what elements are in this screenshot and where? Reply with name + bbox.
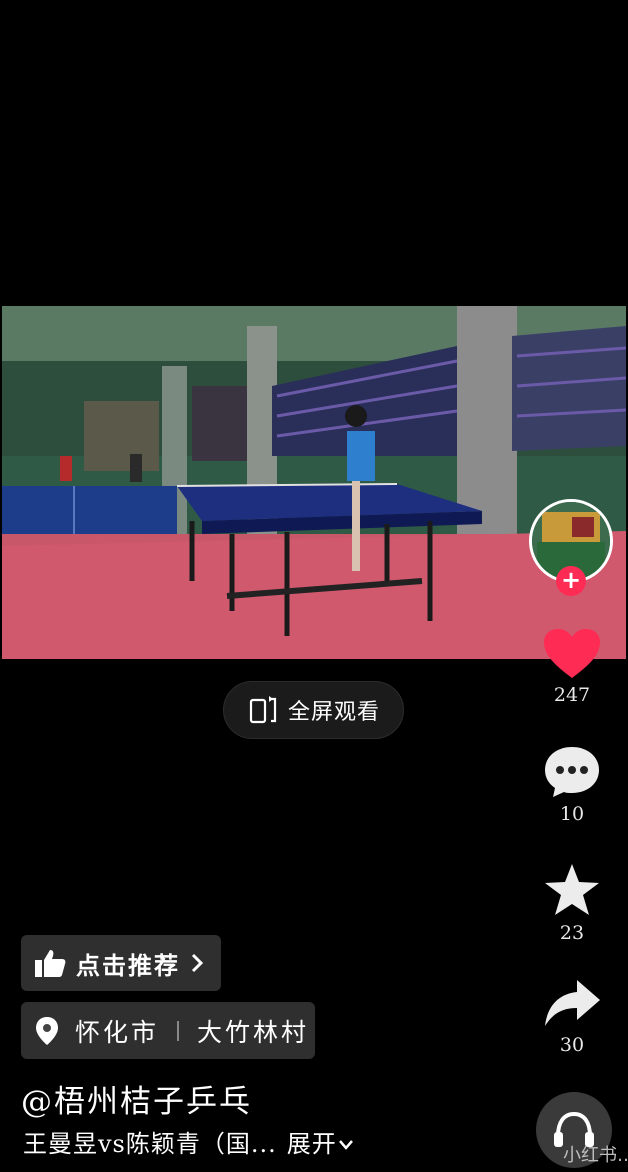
expand-label: 展开	[286, 1130, 337, 1158]
location-tag[interactable]: 怀化市 大竹林村	[21, 1002, 315, 1059]
like-action[interactable]: 247	[528, 628, 616, 706]
heart-icon	[544, 629, 600, 678]
recommend-label: 点击推荐	[76, 951, 180, 980]
share-action[interactable]: 30	[528, 978, 616, 1056]
recommend-button[interactable]: 点击推荐	[21, 935, 221, 991]
location-place: 大竹林村	[197, 1017, 310, 1047]
chevron-right-icon	[191, 953, 204, 973]
location-city: 怀化市	[75, 1017, 160, 1047]
location-pin-icon	[36, 1016, 58, 1045]
description-text: 王曼昱vs陈颖青（国...	[23, 1130, 277, 1158]
follow-button[interactable]: +	[556, 566, 586, 596]
comment-count: 10	[559, 803, 585, 825]
expand-button[interactable]: 展开	[287, 1130, 355, 1158]
favorite-count: 23	[559, 922, 585, 944]
rotate-screen-icon	[249, 696, 277, 724]
post-description[interactable]: 王曼昱vs陈颖青（国... 展开	[23, 1124, 355, 1159]
music-label: 小红书…	[563, 1145, 628, 1166]
chevron-down-icon	[338, 1140, 353, 1150]
location-separator	[177, 1020, 180, 1041]
thumbs-up-icon	[35, 950, 66, 977]
video-frame	[2, 306, 626, 659]
share-count: 30	[559, 1034, 585, 1056]
fullscreen-label: 全屏观看	[288, 700, 381, 725]
favorite-action[interactable]: 23	[528, 862, 616, 944]
comment-action[interactable]: 10	[528, 745, 616, 825]
star-icon	[545, 864, 599, 915]
share-icon	[545, 980, 600, 1026]
comment-icon	[545, 747, 599, 797]
video-player[interactable]	[2, 306, 626, 659]
author-name[interactable]: @梧州桔子乒乓	[21, 1076, 252, 1121]
like-count: 247	[553, 684, 591, 706]
fullscreen-button[interactable]: 全屏观看	[223, 681, 404, 739]
